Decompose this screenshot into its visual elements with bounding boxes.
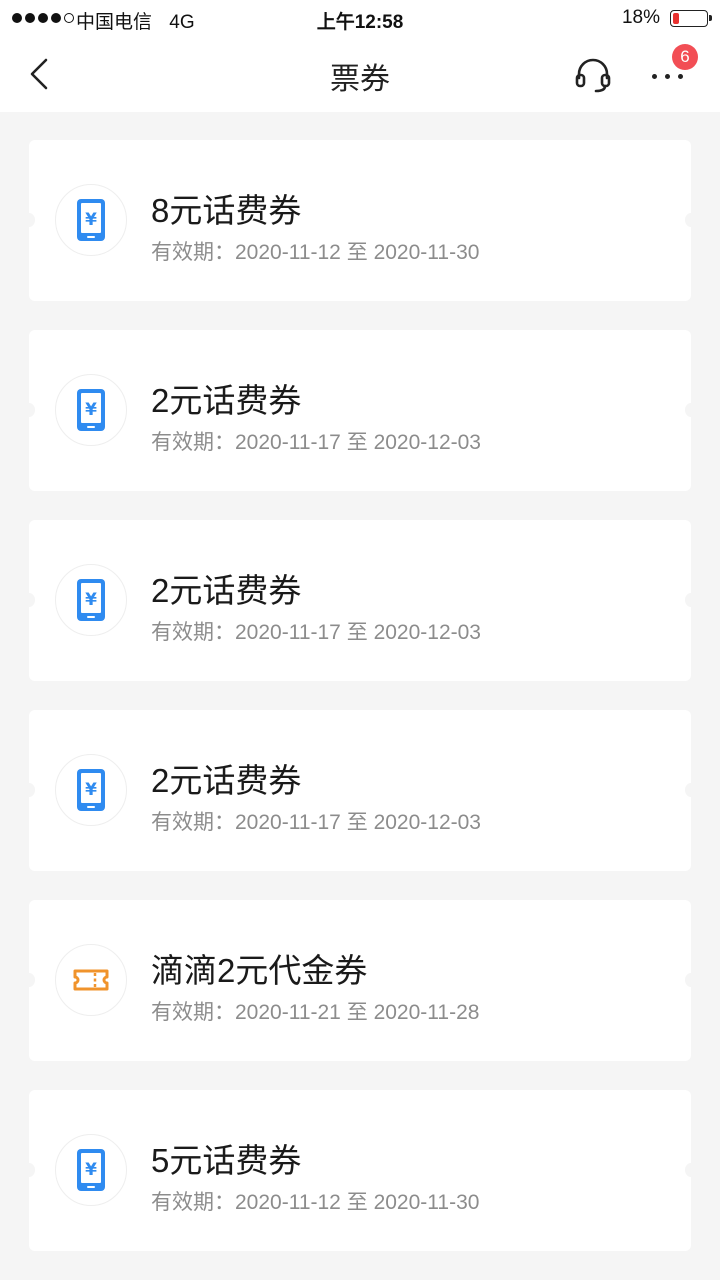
coupon-validity: 有效期：2020-11-12 至 2020-11-30 bbox=[151, 236, 479, 266]
svg-text:¥: ¥ bbox=[85, 400, 97, 420]
coupon-title: 2元话费券 bbox=[151, 572, 302, 609]
coupon-title: 2元话费券 bbox=[151, 762, 302, 799]
more-options-button[interactable]: 6 bbox=[646, 44, 698, 96]
validity-label: 有效期： bbox=[151, 811, 235, 834]
coupon-validity: 有效期：2020-11-21 至 2020-11-28 bbox=[151, 996, 479, 1026]
validity-label: 有效期： bbox=[151, 621, 235, 644]
coupon-icon bbox=[55, 944, 127, 1016]
validity-end: 2020-11-30 bbox=[373, 241, 480, 264]
coupon-icon: ¥ bbox=[55, 754, 127, 826]
phone-yuan-icon: ¥ bbox=[77, 769, 105, 811]
validity-start: 2020-11-17 bbox=[235, 811, 341, 834]
notification-badge: 6 bbox=[672, 44, 698, 70]
headset-icon bbox=[575, 58, 611, 93]
coupon-card-6[interactable]: ¥ 5元话费券 有效期：2020-11-12 至 2020-11-30 bbox=[23, 1090, 697, 1251]
card-notch-right bbox=[685, 403, 697, 417]
validity-start: 2020-11-12 bbox=[235, 1191, 341, 1214]
coupon-card-2[interactable]: ¥ 2元话费券 有效期：2020-11-17 至 2020-12-03 bbox=[23, 330, 697, 491]
coupon-validity: 有效期：2020-11-17 至 2020-12-03 bbox=[151, 616, 481, 646]
status-bar: 中国电信 4G 上午12:58 18% bbox=[0, 0, 720, 36]
chevron-left-icon bbox=[30, 58, 48, 90]
validity-separator: 至 bbox=[346, 621, 368, 644]
card-notch-right bbox=[685, 1163, 697, 1177]
card-notch-left bbox=[23, 783, 35, 797]
validity-label: 有效期： bbox=[151, 431, 235, 454]
nav-bar: 票券 6 bbox=[0, 36, 720, 112]
card-notch-left bbox=[23, 973, 35, 987]
coupon-validity: 有效期：2020-11-12 至 2020-11-30 bbox=[151, 1186, 479, 1216]
validity-separator: 至 bbox=[346, 1191, 368, 1214]
validity-separator: 至 bbox=[346, 1001, 368, 1024]
validity-start: 2020-11-12 bbox=[235, 241, 341, 264]
validity-end: 2020-12-03 bbox=[373, 621, 481, 644]
status-time: 上午12:58 bbox=[316, 12, 404, 33]
svg-text:¥: ¥ bbox=[85, 210, 97, 230]
coupon-list: ¥ 8元话费券 有效期：2020-11-12 至 2020-11-30 ¥ 2元… bbox=[23, 140, 697, 1280]
validity-label: 有效期： bbox=[151, 1001, 235, 1024]
validity-start: 2020-11-17 bbox=[235, 621, 341, 644]
svg-text:¥: ¥ bbox=[85, 780, 97, 800]
svg-text:¥: ¥ bbox=[85, 1160, 97, 1180]
card-notch-left bbox=[23, 1163, 35, 1177]
card-notch-left bbox=[23, 213, 35, 227]
coupon-icon: ¥ bbox=[55, 374, 127, 446]
card-notch-right bbox=[685, 783, 697, 797]
validity-label: 有效期： bbox=[151, 241, 235, 264]
phone-yuan-icon: ¥ bbox=[77, 199, 105, 241]
validity-start: 2020-11-17 bbox=[235, 431, 341, 454]
validity-label: 有效期： bbox=[151, 1191, 235, 1214]
card-notch-right bbox=[685, 973, 697, 987]
coupon-validity: 有效期：2020-11-17 至 2020-12-03 bbox=[151, 806, 481, 836]
battery-icon bbox=[670, 10, 712, 27]
card-notch-left bbox=[23, 403, 35, 417]
phone-yuan-icon: ¥ bbox=[77, 579, 105, 621]
coupon-title: 滴滴2元代金券 bbox=[151, 952, 368, 989]
validity-end: 2020-12-03 bbox=[373, 811, 481, 834]
coupon-title: 8元话费券 bbox=[151, 192, 302, 229]
validity-separator: 至 bbox=[346, 431, 368, 454]
validity-end: 2020-11-30 bbox=[373, 1191, 480, 1214]
phone-yuan-icon: ¥ bbox=[77, 1149, 105, 1191]
coupon-icon: ¥ bbox=[55, 1134, 127, 1206]
customer-service-button[interactable] bbox=[572, 54, 614, 96]
coupon-icon: ¥ bbox=[55, 564, 127, 636]
battery-level-fill bbox=[673, 13, 679, 24]
coupon-card-4[interactable]: ¥ 2元话费券 有效期：2020-11-17 至 2020-12-03 bbox=[23, 710, 697, 871]
coupon-title: 5元话费券 bbox=[151, 1142, 302, 1179]
coupon-icon: ¥ bbox=[55, 184, 127, 256]
card-notch-left bbox=[23, 593, 35, 607]
coupon-validity: 有效期：2020-11-17 至 2020-12-03 bbox=[151, 426, 481, 456]
more-icon bbox=[652, 74, 683, 79]
coupon-card-3[interactable]: ¥ 2元话费券 有效期：2020-11-17 至 2020-12-03 bbox=[23, 520, 697, 681]
coupon-title: 2元话费券 bbox=[151, 382, 302, 419]
battery-percent: 18% bbox=[621, 7, 660, 28]
validity-separator: 至 bbox=[346, 241, 368, 264]
ticket-icon bbox=[73, 969, 109, 991]
svg-text:¥: ¥ bbox=[85, 590, 97, 610]
validity-separator: 至 bbox=[346, 811, 368, 834]
card-notch-right bbox=[685, 213, 697, 227]
validity-end: 2020-11-28 bbox=[373, 1001, 480, 1024]
phone-yuan-icon: ¥ bbox=[77, 389, 105, 431]
validity-start: 2020-11-21 bbox=[235, 1001, 341, 1024]
card-notch-right bbox=[685, 593, 697, 607]
coupon-card-1[interactable]: ¥ 8元话费券 有效期：2020-11-12 至 2020-11-30 bbox=[23, 140, 697, 301]
validity-end: 2020-12-03 bbox=[373, 431, 481, 454]
back-button[interactable] bbox=[22, 54, 62, 94]
coupon-card-5[interactable]: 滴滴2元代金券 有效期：2020-11-21 至 2020-11-28 bbox=[23, 900, 697, 1061]
